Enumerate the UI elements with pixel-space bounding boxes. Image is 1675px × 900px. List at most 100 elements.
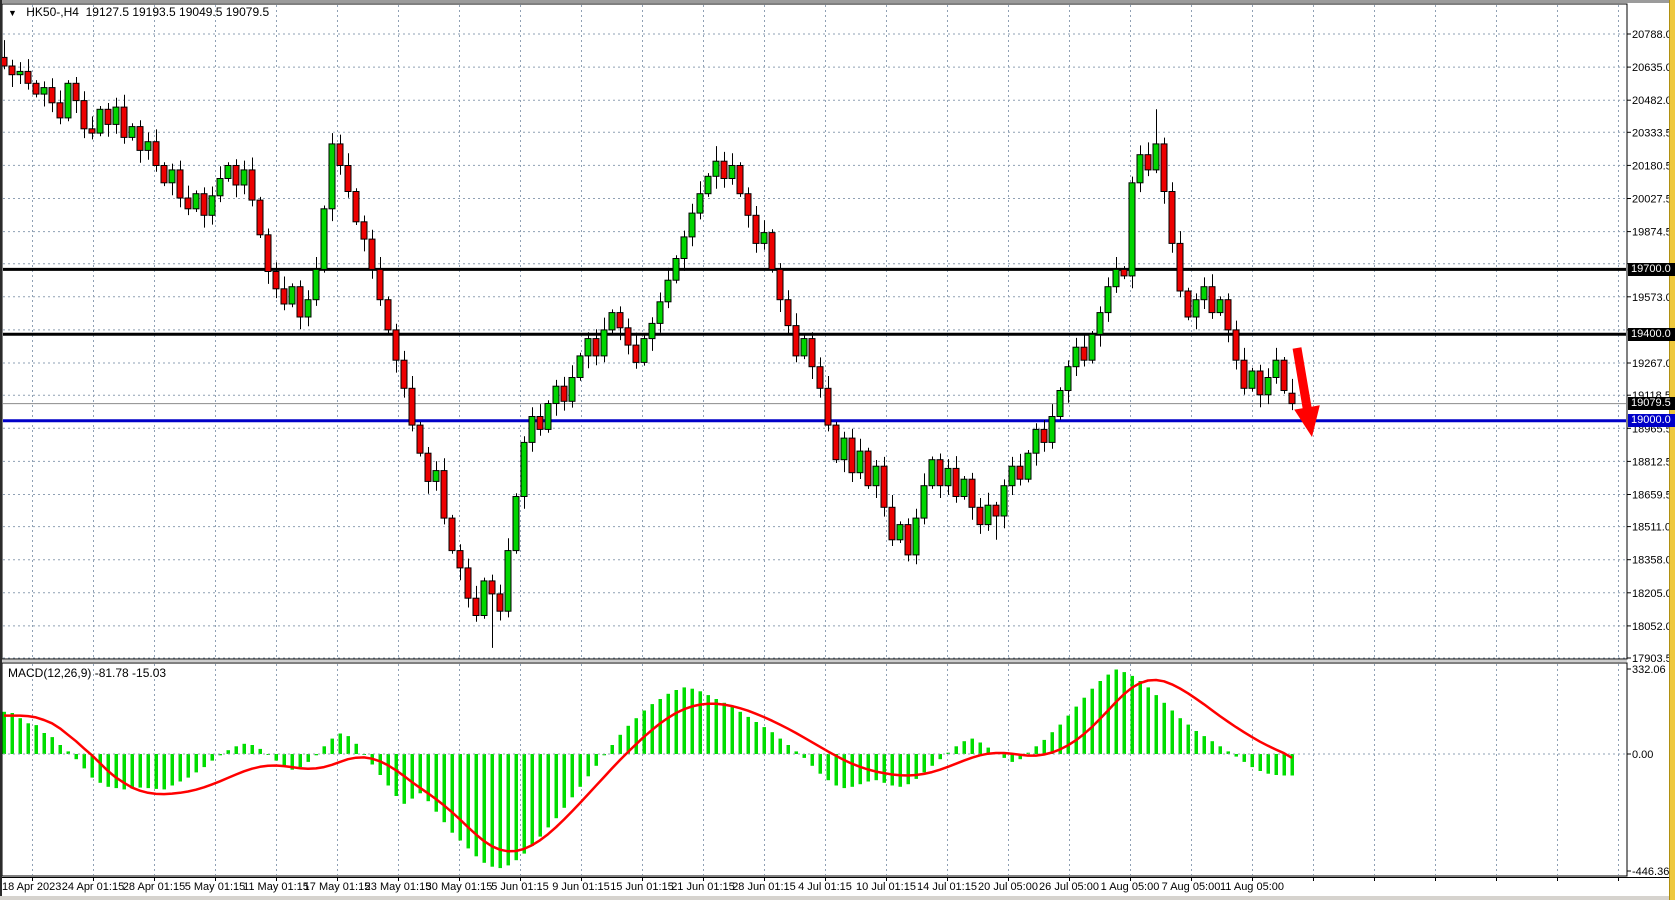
- bear-candle: [937, 460, 943, 486]
- bear-candle: [441, 471, 447, 518]
- macd-histogram-bar: [971, 739, 975, 754]
- macd-histogram-bar: [779, 739, 783, 754]
- macd-histogram-bar: [939, 754, 943, 759]
- level-label-19400[interactable]: 19400.0: [1628, 328, 1675, 341]
- main-chart-canvas[interactable]: 20788.020635.020482.020333.520180.520027…: [0, 0, 1675, 900]
- bear-candle: [1209, 287, 1215, 313]
- ohlc-readout: 19127.5 19193.5 19049.5 19079.5: [86, 5, 270, 19]
- macd-histogram-bar: [867, 754, 871, 782]
- macd-histogram-bar: [147, 754, 151, 788]
- bull-candle: [1273, 360, 1279, 377]
- bull-candle: [289, 287, 295, 304]
- macd-histogram-bar: [171, 754, 175, 786]
- bull-candle: [1193, 300, 1199, 317]
- bull-candle: [65, 83, 71, 118]
- window-right-strip[interactable]: [1669, 0, 1675, 900]
- bear-candle: [345, 166, 351, 192]
- bull-candle: [665, 280, 671, 302]
- bull-candle: [513, 497, 519, 551]
- macd-histogram-bar: [571, 754, 575, 797]
- macd-histogram-bar: [131, 754, 135, 789]
- bull-candle: [1097, 313, 1103, 335]
- bear-candle: [233, 166, 239, 186]
- level-label-19000[interactable]: 19000.0: [1628, 414, 1675, 427]
- macd-histogram-bar: [379, 754, 383, 775]
- bull-candle: [225, 166, 231, 179]
- bear-candle: [817, 367, 823, 389]
- macd-histogram-bar: [275, 754, 279, 761]
- macd-histogram-bar: [339, 734, 343, 755]
- price-tick-label: 20788.0: [1632, 29, 1672, 41]
- macd-tick-label: -446.36: [1632, 866, 1669, 878]
- bull-candle: [857, 451, 863, 473]
- bear-candle: [281, 289, 287, 304]
- bear-candle: [201, 194, 207, 216]
- bull-candle: [649, 323, 655, 338]
- price-tick-label: 18205.0: [1632, 588, 1672, 600]
- bull-candle: [17, 71, 23, 74]
- price-tick-label: 19874.5: [1632, 227, 1672, 239]
- bear-candle: [1177, 243, 1183, 291]
- time-label: 28 Jun 01:15: [732, 881, 796, 893]
- macd-histogram-bar: [387, 754, 391, 786]
- macd-histogram-bar: [523, 754, 527, 854]
- bear-candle: [137, 127, 143, 151]
- bear-candle: [561, 386, 567, 401]
- macd-histogram-bar: [691, 689, 695, 754]
- main-price-panel[interactable]: [2, 4, 1627, 659]
- bear-candle: [185, 198, 191, 209]
- time-label: 14 Jul 01:15: [917, 881, 977, 893]
- bull-candle: [1057, 391, 1063, 417]
- bear-candle: [1145, 155, 1151, 170]
- bull-candle: [329, 144, 335, 209]
- chevron-down-icon[interactable]: ▼: [8, 8, 17, 18]
- macd-histogram-bar: [403, 754, 407, 804]
- macd-histogram-bar: [163, 754, 167, 789]
- time-label: 23 May 01:15: [365, 881, 432, 893]
- bear-candle: [9, 66, 15, 75]
- macd-histogram-bar: [59, 745, 63, 754]
- macd-histogram-bar: [11, 713, 15, 754]
- bull-candle: [113, 107, 119, 124]
- macd-histogram-bar: [315, 754, 319, 755]
- macd-histogram-bar: [1259, 754, 1263, 771]
- macd-histogram-bar: [819, 754, 823, 774]
- macd-histogram-bar: [75, 754, 79, 759]
- macd-histogram-bar: [1147, 687, 1151, 754]
- macd-histogram-bar: [259, 749, 263, 754]
- time-label: 18 Apr 2023: [2, 881, 61, 893]
- macd-histogram-bar: [579, 754, 583, 787]
- bull-candle: [913, 518, 919, 555]
- macd-histogram-bar: [1203, 736, 1207, 754]
- macd-histogram-bar: [1219, 746, 1223, 754]
- macd-histogram-bar: [1115, 670, 1119, 755]
- price-tick-label: 19267.0: [1632, 358, 1672, 370]
- macd-histogram-bar: [755, 722, 759, 754]
- macd-histogram-bar: [715, 699, 719, 754]
- macd-histogram-bar: [731, 707, 735, 754]
- bear-candle: [905, 525, 911, 555]
- macd-histogram-bar: [307, 754, 311, 762]
- bear-candle: [633, 345, 639, 362]
- bear-candle: [393, 330, 399, 360]
- bull-candle: [529, 417, 535, 443]
- macd-histogram-bar: [195, 754, 199, 772]
- bear-candle: [409, 388, 415, 425]
- bull-candle: [929, 460, 935, 486]
- macd-histogram-bar: [955, 746, 959, 754]
- macd-histogram-bar: [555, 754, 559, 818]
- bull-candle: [505, 551, 511, 612]
- time-label: 9 Jun 01:15: [552, 881, 610, 893]
- bear-candle: [953, 468, 959, 496]
- macd-histogram-bar: [635, 718, 639, 754]
- macd-histogram-bar: [1035, 746, 1039, 754]
- level-label-19700[interactable]: 19700.0: [1628, 263, 1675, 276]
- time-label: 7 Aug 05:00: [1162, 881, 1221, 893]
- bull-candle: [1033, 429, 1039, 453]
- price-tick-label: 18358.0: [1632, 555, 1672, 567]
- bear-candle: [177, 170, 183, 198]
- symbol-title: HK50-,H4: [26, 5, 79, 19]
- current-price-label: 19079.5: [1628, 397, 1675, 410]
- macd-histogram-bar: [1251, 754, 1255, 767]
- price-tick-label: 19573.0: [1632, 292, 1672, 304]
